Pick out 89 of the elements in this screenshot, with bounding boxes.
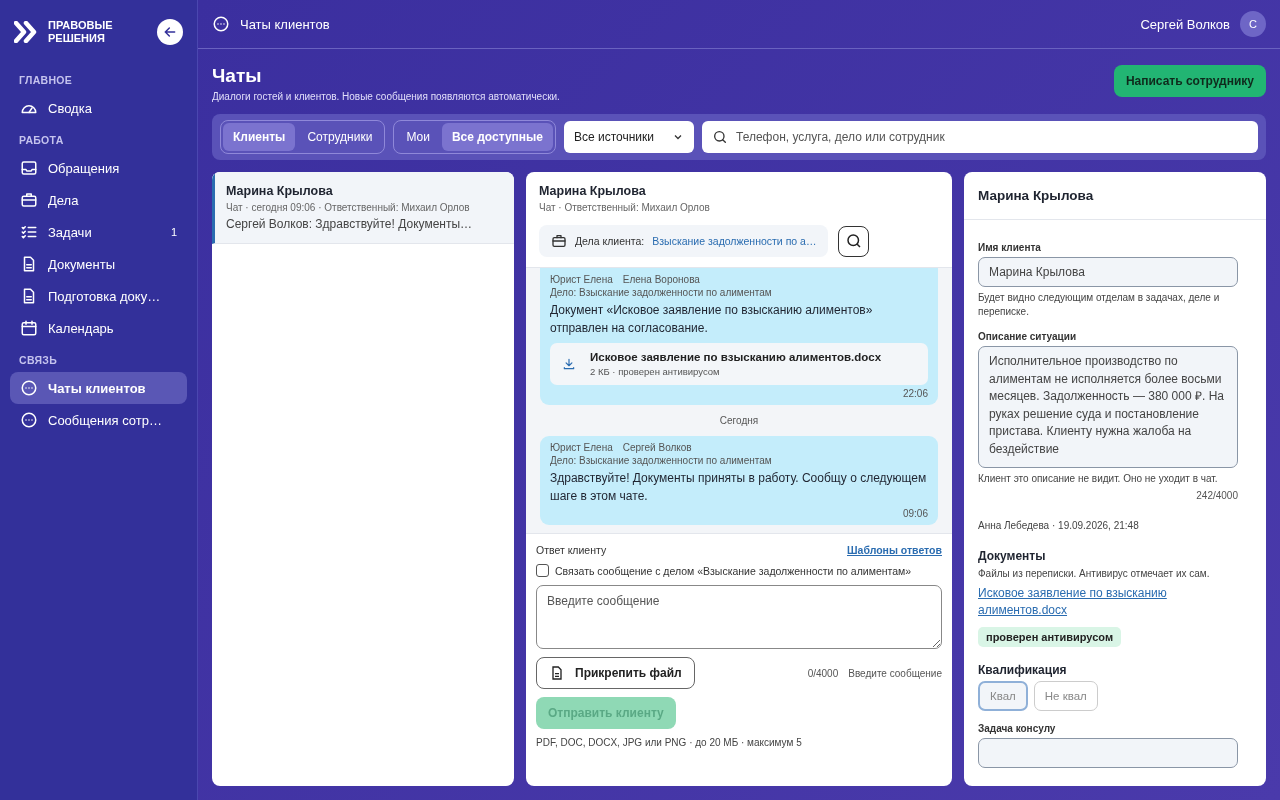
attachment-meta: 2 КБ · проверен антивирусом — [590, 366, 721, 377]
user-avatar[interactable]: С — [1240, 11, 1266, 37]
filter-tab[interactable]: Клиенты — [223, 123, 296, 151]
author-role: Юрист Елена — [550, 274, 613, 285]
section-title: СВЯЗЬ — [19, 354, 59, 366]
download-icon — [562, 357, 576, 371]
page-subtitle: Диалоги гостей и клиентов. Новые сообщения появляются автоматически. — [212, 91, 560, 102]
attachment-name: Исковое заявление по взысканию алиментов.docx — [590, 351, 882, 363]
message-case: Дело: Взыскание задолженности по алиментам — [550, 455, 773, 466]
author-role: Юрист Елена — [550, 442, 613, 453]
field-hint: Клиент это описание не видит. Оно не уходит в чат. — [978, 472, 1219, 486]
chat-meta: Чат · Ответственный: Михаил Орлов — [539, 202, 711, 213]
checkbox[interactable] — [536, 564, 549, 577]
case-link[interactable]: Взыскание задолженности по а… — [652, 235, 817, 247]
section-title: РАБОТА — [19, 134, 65, 146]
search-icon — [844, 232, 863, 250]
nav-item[interactable]: Календарь — [10, 312, 187, 344]
write-employee-button[interactable]: Написать сотруднику — [1113, 65, 1266, 97]
nav-item[interactable]: Сводка — [10, 92, 187, 124]
document-link[interactable]: Исковое заявление по взысканию алиментов.docx — [978, 585, 1198, 619]
briefcase-icon — [20, 191, 38, 209]
reply-label: Ответ клиенту — [536, 544, 607, 556]
link-case-checkbox[interactable]: Связать сообщение с делом «Взыскание задолженности по алиментам» — [536, 564, 942, 577]
field-hint: Будет видно следующим отделам в задачах, деле и переписке. — [978, 291, 1221, 319]
field-label: Задача консулу — [978, 723, 1057, 734]
nav-item[interactable]: Сообщения сотр… — [10, 404, 187, 436]
filter-tab[interactable]: Мои — [396, 123, 440, 151]
chat-meta: Чат · сегодня 09:06 · Ответственный: Михаил Орлов — [226, 202, 471, 213]
message-case: Дело: Взыскание задолженности по алиментам — [550, 287, 773, 298]
nav-item[interactable]: Дела — [10, 184, 187, 216]
task-field[interactable] — [978, 738, 1238, 768]
nav-item[interactable]: Задачи 1 — [10, 216, 187, 248]
nav-item[interactable]: Чаты клиентов — [10, 372, 187, 404]
chat-title: Марина Крылова — [539, 184, 647, 198]
section-title: ГЛАВНОЕ — [19, 74, 74, 86]
collapse-button[interactable] — [157, 19, 183, 45]
templates-link[interactable]: Шаблоны ответов — [847, 544, 942, 556]
message-text: Документ «Исковое заявление по взысканию алиментов» отправлен на согласование. — [550, 302, 874, 337]
file-formats-note: PDF, DOC, DOCX, JPG или PNG · до 20 МБ · максимум 5 — [536, 737, 803, 748]
message-time: 22:06 — [901, 388, 928, 399]
search-icon — [712, 129, 728, 145]
nav-item[interactable]: Подготовка доку… — [10, 280, 187, 312]
qualification-option[interactable]: Не квал — [1033, 681, 1098, 711]
message-text: Здравствуйте! Документы приняты в работу. Сообщу о следующем шаге в этом чате. — [550, 470, 928, 505]
brand-name: ПРАВОВЫЕ РЕШЕНИЯ — [48, 19, 114, 45]
back-arrow-icon — [162, 24, 178, 40]
chat-icon — [20, 411, 38, 429]
description-field[interactable]: Исполнительное производство по алиментам не исполняется более восьми месяцев. Задолженность — 380 000 ₽. На руках решение суда и постановление пристава. Клиенту нужна жалоба на бездействие — [978, 346, 1238, 468]
message-field[interactable]: Введите сообщение — [536, 585, 942, 649]
chat-list-item[interactable]: Марина Крылова Чат · сегодня 09:06 · Ответственный: Михаил Орлов Сергей Волков: Здравствуйте! Документы… — [212, 172, 514, 244]
breadcrumb: Чаты клиентов — [240, 16, 330, 32]
client-title: Марина Крылова — [964, 172, 1266, 220]
author-date-text: Анна Лебедева · 19.09.2026, 21:48 — [978, 519, 1140, 533]
char-counter: 242/4000 — [1195, 490, 1238, 501]
nav-item[interactable]: Документы — [10, 248, 187, 280]
message-preview: Сергей Волков: Здравствуйте! Документы… — [226, 217, 474, 231]
date-separator: Сегодня — [718, 415, 760, 426]
nav-item[interactable]: Обращения — [10, 152, 187, 184]
attachment-card[interactable]: Исковое заявление по взысканию алиментов.docx 2 КБ · проверен антивирусом — [550, 343, 928, 385]
client-name: Марина Крылова — [226, 184, 334, 198]
sender-name: Сергей Волков — [622, 442, 692, 453]
checklist-icon — [20, 223, 38, 241]
search-button[interactable] — [838, 225, 870, 257]
user-name: Сергей Волков — [1140, 16, 1230, 32]
field-label: Имя клиента — [978, 242, 1042, 253]
message-time: 09:06 — [901, 508, 928, 519]
sender-name: Елена Воронова — [622, 274, 700, 285]
field-label: Описание ситуации — [978, 331, 1078, 342]
calendar-icon — [20, 319, 38, 337]
attach-file-button[interactable]: Прикрепить файл — [536, 657, 695, 689]
filter-tab[interactable]: Сотрудники — [297, 123, 383, 151]
client-name-field[interactable]: Марина Крылова — [978, 257, 1238, 287]
inbox-icon — [20, 159, 38, 177]
char-counter: 0/4000 — [807, 667, 839, 679]
section-title: Документы — [978, 549, 1047, 563]
source-dropdown[interactable]: Все источники — [563, 121, 694, 153]
cases-label: Дела клиента: — [575, 235, 645, 247]
briefcase-icon — [551, 233, 567, 249]
antivirus-tag: проверен антивирусом — [978, 627, 1122, 647]
filter-tab[interactable]: Все доступные — [441, 123, 553, 151]
document-icon — [549, 665, 565, 681]
search-field[interactable]: Телефон, услуга, дело или сотрудник — [702, 121, 1258, 153]
section-hint: Файлы из переписки. Антивирус отмечает их сам. — [978, 567, 1211, 581]
chat-icon — [20, 379, 38, 397]
reply-hint: Введите сообщение — [848, 667, 942, 679]
chat-icon — [212, 15, 230, 33]
task-count: 1 — [170, 226, 177, 238]
page-title: Чаты — [212, 65, 263, 87]
section-title: Квалификация — [978, 663, 1068, 677]
